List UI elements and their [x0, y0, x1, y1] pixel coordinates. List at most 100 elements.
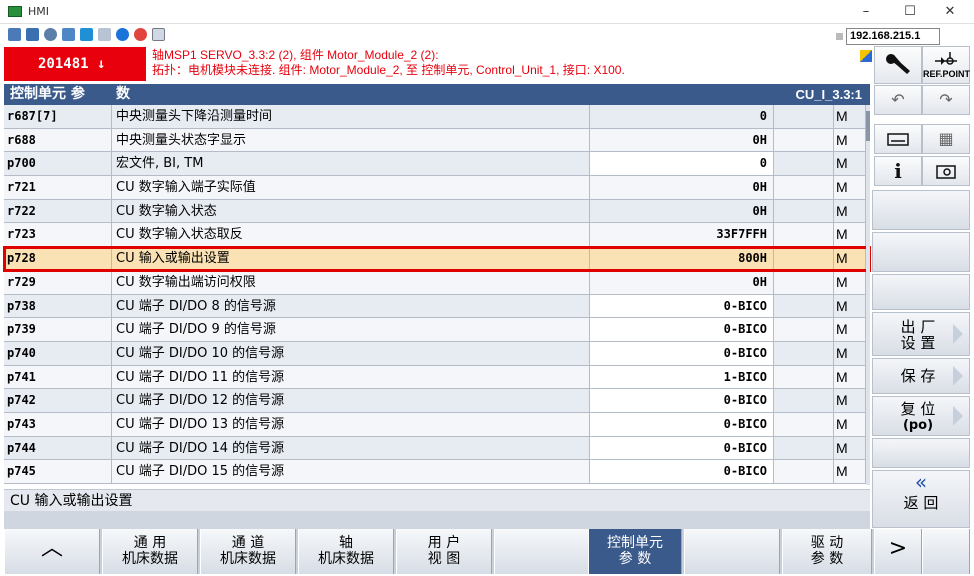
table-row[interactable]: r688 中央测量头状态字显示 0H M [4, 128, 866, 153]
app-icon [8, 6, 22, 17]
param-id: p742 [4, 389, 112, 412]
scrollbar-thumb[interactable] [866, 111, 870, 141]
screen-icon[interactable] [26, 28, 39, 41]
redo-button[interactable]: ↷ [922, 85, 970, 115]
user-label-1: 用 户 [427, 535, 461, 551]
param-value[interactable]: 1-BICO [590, 365, 774, 389]
back-label: 返 回 [903, 494, 939, 512]
gear-icon[interactable] [44, 28, 57, 41]
info-button[interactable]: i [874, 156, 922, 186]
ref-point-button[interactable]: REF.POINT [922, 46, 970, 84]
param-unit [774, 152, 834, 176]
ip-address-field[interactable]: 192.168.215.1 [846, 28, 940, 45]
param-id: r721 [4, 176, 112, 199]
document-icon[interactable] [98, 28, 111, 41]
undo-button[interactable]: ↶ [874, 85, 922, 115]
stop-icon[interactable] [134, 28, 147, 41]
softkey-empty-1[interactable] [872, 190, 970, 230]
table-row[interactable]: r729 CU 数字输出端访问权限 0H M [4, 270, 866, 295]
param-value[interactable]: 0-BICO [590, 460, 774, 483]
table-row-selected[interactable]: p728 CU 输入或输出设置 800H M [4, 247, 866, 271]
general-label-2: 机床数据 [122, 551, 178, 567]
window-titlebar: HMI – ☐ ✕ [0, 0, 974, 24]
general-machine-data-button[interactable]: 通 用 机床数据 [102, 529, 198, 574]
param-desc: 宏文件, BI, TM [112, 152, 590, 176]
menu-next-button[interactable]: > [874, 529, 922, 574]
param-unit [774, 199, 834, 223]
table-row[interactable]: r721 CU 数字输入端子实际值 0H M [4, 176, 866, 200]
export-icon[interactable] [152, 28, 165, 41]
param-desc: CU 端子 DI/DO 15 的信号源 [112, 460, 590, 483]
table-row[interactable]: p743 CU 端子 DI/DO 13 的信号源 0-BICO M [4, 412, 866, 437]
minimize-button[interactable]: – [846, 2, 886, 22]
softkey-empty-h2[interactable] [684, 529, 780, 574]
settings-icon[interactable] [8, 28, 21, 41]
table-row[interactable]: r687[7] 中央测量头下降沿测量时间 0 M [4, 105, 866, 129]
save-button[interactable]: 保 存 [872, 358, 970, 394]
alarm-message[interactable]: 轴MSP1 SERVO_3.3:2 (2), 组件 Motor_Module_2… [152, 48, 852, 78]
table-row[interactable]: r723 CU 数字输入状态取反 33F7FFH M [4, 223, 866, 248]
table-row[interactable]: p745 CU 端子 DI/DO 15 的信号源 0-BICO M [4, 460, 866, 484]
param-value[interactable]: 0-BICO [590, 318, 774, 341]
alarm-number[interactable]: 201481 ↓ [4, 47, 146, 81]
user-view-button[interactable]: 用 户 视 图 [396, 529, 492, 574]
param-value[interactable]: 0 [590, 152, 774, 176]
refresh-icon[interactable] [62, 28, 75, 41]
factory-settings-button[interactable]: 出 厂 设 置 [872, 312, 970, 356]
table-scrollbar[interactable] [866, 105, 870, 485]
alarm-message-line2: 拓扑：电机模块未连接. 组件: Motor_Module_2, 至 控制单元, … [152, 63, 625, 77]
reset-po-button[interactable]: 复 位 (po) [872, 396, 970, 436]
table-row[interactable]: r722 CU 数字输入状态 0H M [4, 199, 866, 224]
chevron-right-icon [953, 324, 963, 344]
softkey-empty-2[interactable] [872, 232, 970, 272]
param-unit [774, 270, 834, 294]
param-id: r688 [4, 128, 112, 152]
table-row[interactable]: p740 CU 端子 DI/DO 10 的信号源 0-BICO M [4, 341, 866, 366]
header-param-label: 控制单元 参 [10, 86, 85, 102]
table-row[interactable]: p700 宏文件, BI, TM 0 M [4, 152, 866, 177]
param-value[interactable]: 0-BICO [590, 294, 774, 318]
back-button[interactable]: « 返 回 [872, 470, 970, 528]
param-value[interactable]: 0-BICO [590, 389, 774, 412]
lock-icon [836, 33, 843, 40]
cu-parameters-button[interactable]: 控制单元 参 数 [588, 529, 682, 574]
param-desc: CU 输入或输出设置 [112, 247, 590, 270]
softkey-empty-4[interactable] [872, 438, 970, 468]
param-value[interactable]: 0-BICO [590, 341, 774, 365]
menu-up-button[interactable]: ︿ [4, 529, 100, 574]
param-value[interactable]: 800H [590, 247, 774, 270]
screenshot-button[interactable] [922, 156, 970, 186]
parameter-table: r687[7] 中央测量头下降沿测量时间 0 M r688 中央测量头状态字显示 0H M … [4, 105, 866, 484]
param-access: M [834, 223, 866, 247]
channel-machine-data-button[interactable]: 通 道 机床数据 [200, 529, 296, 574]
param-id: p740 [4, 341, 112, 365]
keyboard-button[interactable] [874, 124, 922, 154]
param-access: M [834, 341, 866, 365]
chevron-right-icon [953, 406, 963, 426]
parameter-description-line: CU 输入或输出设置 [4, 489, 870, 511]
param-value: 0H [590, 128, 774, 152]
windows-icon[interactable] [80, 28, 93, 41]
softkey-empty-h1[interactable] [494, 529, 590, 574]
channel-label-2: 机床数据 [220, 551, 276, 567]
info-circle-icon[interactable] [116, 28, 129, 41]
calculator-button[interactable]: ▦ [922, 124, 970, 154]
table-row[interactable]: p738 CU 端子 DI/DO 8 的信号源 0-BICO M [4, 294, 866, 319]
softkey-empty-3[interactable] [872, 274, 970, 310]
param-access: M [834, 199, 866, 223]
param-value[interactable]: 0-BICO [590, 412, 774, 436]
general-label-1: 通 用 [133, 535, 167, 551]
maximize-button[interactable]: ☐ [890, 2, 930, 22]
table-row[interactable]: p742 CU 端子 DI/DO 12 的信号源 0-BICO M [4, 389, 866, 413]
table-row[interactable]: p744 CU 端子 DI/DO 14 的信号源 0-BICO M [4, 436, 866, 461]
param-value[interactable]: 0-BICO [590, 436, 774, 460]
param-value: 33F7FFH [590, 223, 774, 247]
close-button[interactable]: ✕ [930, 2, 970, 22]
tool-button[interactable] [874, 46, 922, 84]
drive-parameters-button[interactable]: 驱 动 参 数 [782, 529, 872, 574]
table-row[interactable]: p741 CU 端子 DI/DO 11 的信号源 1-BICO M [4, 365, 866, 390]
param-desc: CU 数字输入状态 [112, 199, 590, 223]
softkey-empty-h3[interactable] [922, 529, 970, 574]
table-row[interactable]: p739 CU 端子 DI/DO 9 的信号源 0-BICO M [4, 318, 866, 342]
axis-machine-data-button[interactable]: 轴 机床数据 [298, 529, 394, 574]
